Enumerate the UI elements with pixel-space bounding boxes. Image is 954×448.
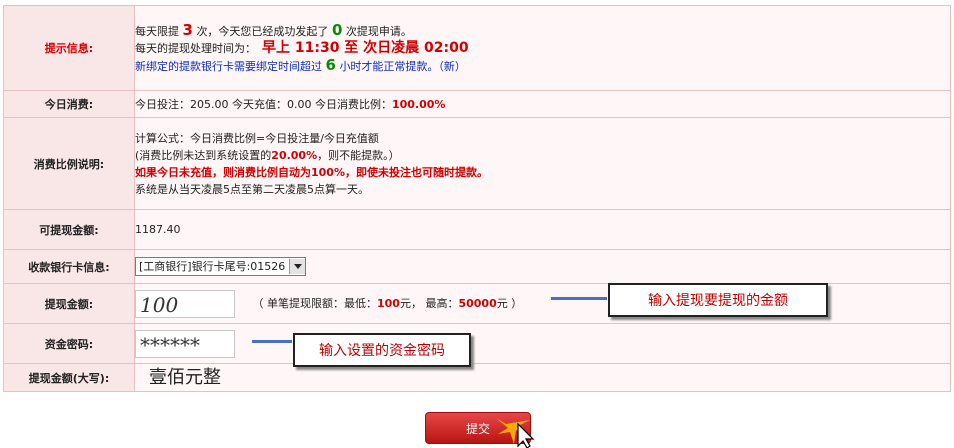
processing-time: 早上 11:30 至 次日凌晨 02:00 xyxy=(262,39,469,56)
password-label: 资金密码: xyxy=(3,323,135,364)
tip-value: 每天限提 3 次，今天您已经成功发起了 0 次提现申请。 每天的提现处理时间为：… xyxy=(134,5,951,91)
consume-label: 今日消费: xyxy=(3,90,135,118)
consume-value: 今日投注：205.00 今天充值：0.00 今日消费比例：100.00% xyxy=(134,90,951,118)
tip-label: 提示信息: xyxy=(3,5,135,91)
uppercase-amount: 壹佰元整 xyxy=(134,363,951,392)
cursor-click-icon xyxy=(496,418,535,448)
amount-label: 提现金额: xyxy=(3,283,135,324)
bank-label: 收款银行卡信息: xyxy=(3,249,135,284)
chevron-down-icon[interactable] xyxy=(289,259,306,274)
password-callout: 输入设置的资金密码 xyxy=(293,333,471,367)
password-callout-line xyxy=(252,340,292,343)
uppercase-label: 提现金额(大写): xyxy=(3,363,135,392)
request-count: 0 xyxy=(331,20,343,39)
ratio-desc-value: 计算公式：今日消费比例=今日投注量/今日充值额 (消费比例未达到系统设置的20.… xyxy=(134,117,951,210)
amount-input[interactable]: 100 xyxy=(135,289,235,318)
available-amount: 1187.40 xyxy=(134,209,951,250)
bind-hours: 6 xyxy=(325,55,336,74)
fund-password-input[interactable]: ****** xyxy=(135,329,235,358)
amount-callout-line xyxy=(551,297,607,300)
amount-callout: 输入提现要提现的金额 xyxy=(608,283,828,317)
bank-card-select[interactable]: [工商银行]银行卡尾号:01526 xyxy=(135,257,307,276)
consume-ratio: 100.00% xyxy=(391,97,446,111)
daily-limit: 3 xyxy=(182,20,193,39)
withdraw-form: 提示信息: 每天限提 3 次，今天您已经成功发起了 0 次提现申请。 每天的提现… xyxy=(3,5,951,392)
available-label: 可提现金额: xyxy=(3,209,135,250)
amount-limit-hint: （ 单笔提现限额：最低：100元， 最高：50000元 ） xyxy=(252,296,523,310)
tip-line-3: 新绑定的提款银行卡需要绑定时间超过 6 小时才能正常提款。（新） xyxy=(135,55,466,74)
tip-line-1: 每天限提 3 次，今天您已经成功发起了 0 次提现申请。 xyxy=(135,20,412,39)
tip-line-2: 每天的提现处理时间为： 早上 11:30 至 次日凌晨 02:00 xyxy=(135,39,469,56)
ratio-desc-label: 消费比例说明: xyxy=(3,117,135,210)
